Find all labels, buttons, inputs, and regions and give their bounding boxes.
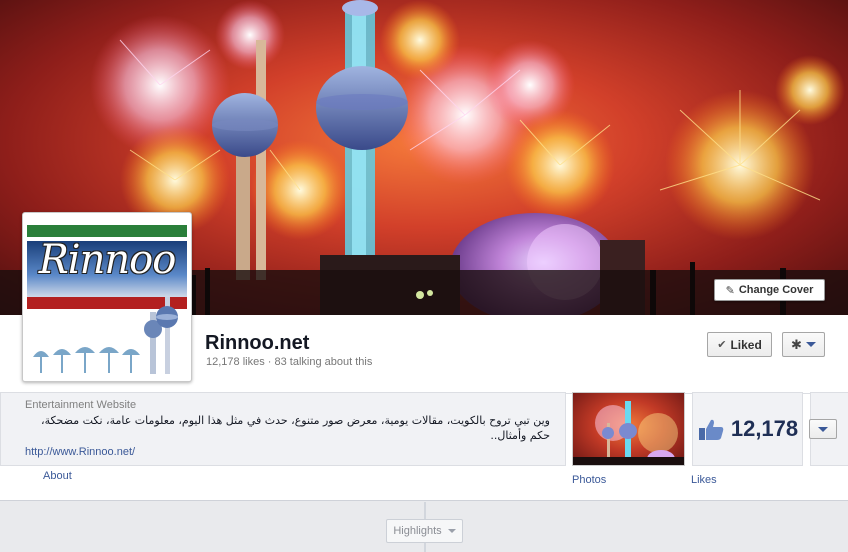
photos-link[interactable]: Photos xyxy=(572,474,606,486)
thumbs-up-icon xyxy=(698,419,724,440)
page-description: وين تبي تروح بالكويت، مقالات يومية، معرض… xyxy=(41,414,550,442)
likes-count: 12,178 xyxy=(730,416,799,441)
likes-link[interactable]: Likes xyxy=(691,474,717,486)
page-category: Entertainment Website xyxy=(25,399,137,411)
highlights-label: Highlights xyxy=(393,525,442,537)
check-icon: ✔ xyxy=(717,339,727,351)
more-tiles-button[interactable] xyxy=(809,419,837,439)
gear-icon: ✱ xyxy=(791,336,802,352)
photos-thumbnail[interactable] xyxy=(572,392,685,466)
chevron-down-icon xyxy=(818,426,828,432)
page-stats: 12,178 likes · 83 talking about this xyxy=(206,356,373,368)
liked-button[interactable]: ✔ Liked xyxy=(707,332,772,357)
about-link[interactable]: About xyxy=(43,470,72,482)
chevron-down-icon xyxy=(805,342,816,347)
change-cover-label: Change Cover xyxy=(738,284,814,296)
chevron-down-icon xyxy=(447,529,456,533)
likes-tile[interactable]: 12,178 xyxy=(692,392,803,466)
photos-thumbnail-image xyxy=(573,401,684,465)
change-cover-button[interactable]: ✎ Change Cover xyxy=(714,279,825,301)
highlights-dropdown[interactable]: Highlights xyxy=(386,519,463,543)
page-title[interactable]: Rinnoo.net xyxy=(205,332,309,355)
page-settings-button[interactable]: ✱ xyxy=(782,332,825,357)
profile-picture[interactable]: Rinnoo xyxy=(22,212,192,382)
website-link[interactable]: http://www.Rinnoo.net/ xyxy=(25,446,135,458)
pencil-icon: ✎ xyxy=(725,284,735,297)
kuwait-towers-logo-illustration xyxy=(33,297,178,374)
liked-label: Liked xyxy=(730,337,762,352)
